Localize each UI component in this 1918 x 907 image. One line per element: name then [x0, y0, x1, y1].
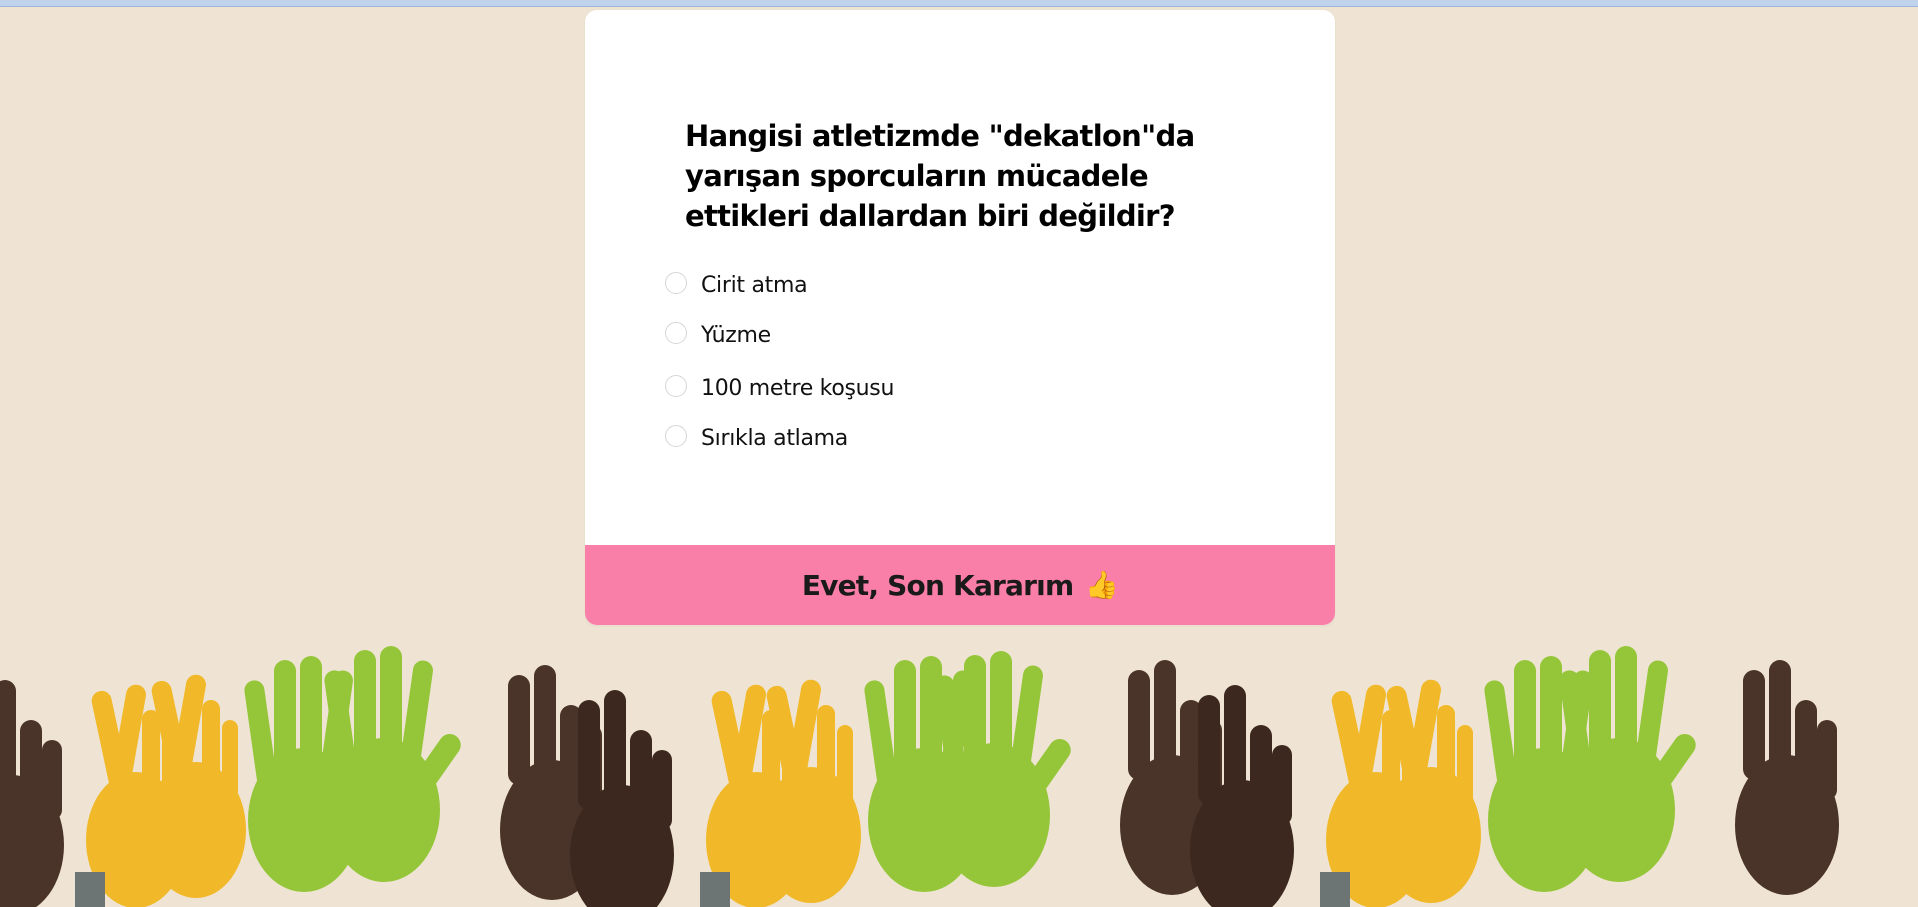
option-label: Cirit atma: [701, 272, 808, 298]
quiz-card: Hangisi atletizmde "dekatlon"da yarışan …: [585, 10, 1335, 625]
radio-button[interactable]: [665, 425, 687, 447]
option-label: Sırıkla atlama: [701, 425, 848, 451]
option-100-metre[interactable]: 100 metre koşusu: [665, 363, 894, 413]
radio-button[interactable]: [665, 272, 687, 294]
option-label: Yüzme: [701, 322, 771, 348]
option-sirikla-atlama[interactable]: Sırıkla atlama: [665, 413, 894, 463]
thumbs-up-icon: 👍: [1085, 570, 1119, 601]
hands-emoji-banner: [0, 646, 1839, 907]
option-label: 100 metre koşusu: [701, 375, 895, 401]
browser-top-strip: [0, 0, 1918, 7]
submit-label: Evet, Son Kararım: [801, 568, 1074, 602]
question-text: Hangisi atletizmde "dekatlon"da yarışan …: [685, 119, 1195, 233]
submit-answer-button[interactable]: Evet, Son Kararım 👍: [585, 545, 1335, 625]
radio-button[interactable]: [665, 375, 687, 397]
option-yuzme[interactable]: Yüzme: [665, 310, 894, 360]
option-cirit-atma[interactable]: Cirit atma: [665, 260, 894, 310]
radio-button[interactable]: [665, 322, 687, 344]
answer-options: Cirit atma Yüzme 100 metre koşusu Sırıkl…: [665, 260, 894, 463]
